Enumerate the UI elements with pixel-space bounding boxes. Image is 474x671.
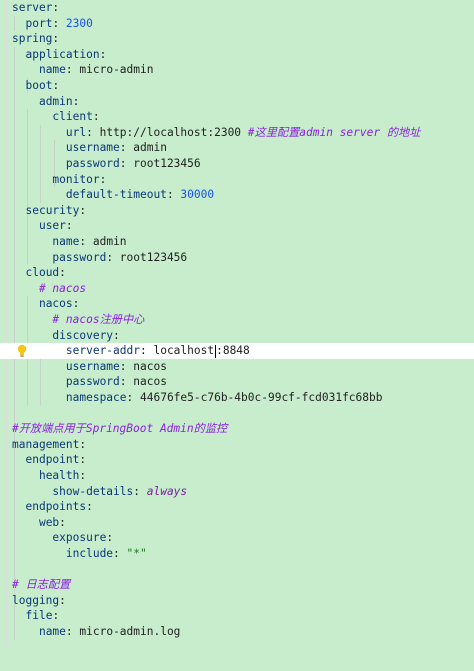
- code-line[interactable]: namespace: 44676fe5-c76b-4b0c-99cf-fcd03…: [0, 390, 474, 406]
- code-line[interactable]: nacos:: [0, 296, 474, 312]
- yaml-key: default-timeout: [65, 188, 167, 202]
- code-line[interactable]: user:: [0, 218, 474, 234]
- code-line[interactable]: logging:: [0, 593, 474, 609]
- code-line[interactable]: cloud:: [0, 265, 474, 281]
- yaml-value: nacos: [133, 375, 167, 389]
- yaml-key: boot: [25, 79, 53, 92]
- yaml-key: discovery: [52, 328, 114, 342]
- yaml-editor[interactable]: server: port: 2300 spring: application: …: [0, 0, 474, 648]
- code-line[interactable]: exposure:: [0, 530, 474, 546]
- yaml-key: server-addr: [65, 344, 140, 358]
- code-line-current[interactable]: server-addr: localhost:8848: [0, 343, 474, 359]
- yaml-key: username: [65, 141, 120, 155]
- code-line[interactable]: password: nacos: [0, 374, 474, 390]
- yaml-value: 30000: [180, 188, 215, 202]
- yaml-comment: #这里配置admin server 的地址: [247, 125, 421, 139]
- yaml-key: security: [25, 203, 80, 217]
- code-line[interactable]: default-timeout: 30000: [0, 187, 474, 203]
- code-line[interactable]: file:: [0, 608, 474, 624]
- yaml-key: management: [12, 437, 80, 451]
- code-line[interactable]: # nacos: [0, 281, 474, 297]
- yaml-key: url: [65, 125, 87, 139]
- yaml-key: application: [25, 47, 100, 61]
- code-line[interactable]: monitor:: [0, 172, 474, 188]
- code-line[interactable]: [0, 406, 474, 422]
- code-line[interactable]: port: 2300: [0, 16, 474, 32]
- yaml-value: localhost: [153, 344, 215, 358]
- code-line[interactable]: discovery:: [0, 328, 474, 344]
- yaml-key: user: [38, 219, 66, 233]
- code-line[interactable]: server:: [0, 0, 474, 16]
- yaml-key: endpoints: [25, 500, 87, 514]
- code-line[interactable]: # nacos注册中心: [0, 312, 474, 328]
- yaml-key: port: [25, 16, 53, 30]
- code-line[interactable]: boot:: [0, 78, 474, 94]
- yaml-key: show-details: [52, 484, 134, 498]
- yaml-key: password: [65, 375, 120, 389]
- yaml-key: name: [52, 235, 80, 248]
- yaml-key: admin: [38, 94, 73, 108]
- code-line[interactable]: include: "*": [0, 546, 474, 562]
- code-line[interactable]: password: root123456: [0, 156, 474, 172]
- code-line[interactable]: show-details: always: [0, 484, 474, 500]
- yaml-key: web: [38, 515, 60, 529]
- yaml-value: nacos: [133, 359, 167, 373]
- code-line[interactable]: name: admin: [0, 234, 474, 250]
- code-line[interactable]: name: micro-admin.log: [0, 624, 474, 640]
- yaml-value: http://localhost:2300: [99, 125, 242, 139]
- yaml-value: micro-admin.log: [79, 625, 181, 638]
- code-line[interactable]: management:: [0, 437, 474, 453]
- code-line[interactable]: password: root123456: [0, 250, 474, 266]
- yaml-key: name: [38, 625, 66, 638]
- code-line[interactable]: security:: [0, 203, 474, 219]
- yaml-key: monitor: [52, 172, 100, 186]
- code-line[interactable]: health:: [0, 468, 474, 484]
- lightbulb-icon[interactable]: [16, 344, 28, 358]
- yaml-key: exposure: [52, 531, 107, 545]
- yaml-value: micro-admin: [79, 63, 154, 77]
- code-line[interactable]: #开放端点用于SpringBoot Admin的监控: [0, 421, 474, 437]
- yaml-key: spring: [12, 32, 53, 46]
- code-line[interactable]: name: micro-admin: [0, 62, 474, 78]
- yaml-value: "*": [126, 547, 147, 560]
- code-line[interactable]: client:: [0, 109, 474, 125]
- yaml-value: :8848: [216, 344, 250, 358]
- yaml-value: always: [146, 484, 188, 498]
- yaml-key: name: [38, 63, 66, 77]
- yaml-key: include: [65, 547, 114, 560]
- yaml-key: password: [52, 250, 107, 264]
- yaml-key: client: [52, 110, 93, 124]
- code-line[interactable]: # 日志配置: [0, 577, 474, 593]
- code-line[interactable]: endpoints:: [0, 499, 474, 515]
- yaml-comment: # nacos: [38, 281, 87, 295]
- yaml-comment: # 日志配置: [12, 578, 71, 592]
- yaml-key: password: [65, 157, 120, 170]
- code-line[interactable]: web:: [0, 515, 474, 531]
- yaml-key: server: [12, 1, 53, 14]
- code-line[interactable]: application:: [0, 47, 474, 63]
- yaml-value: 2300: [65, 16, 93, 30]
- code-line[interactable]: username: nacos: [0, 359, 474, 375]
- yaml-key: logging: [12, 593, 60, 607]
- code-line[interactable]: spring:: [0, 31, 474, 47]
- yaml-key: health: [38, 469, 80, 482]
- yaml-value: root123456: [133, 157, 201, 170]
- code-line[interactable]: username: admin: [0, 140, 474, 156]
- code-line[interactable]: url: http://localhost:2300 #这里配置admin se…: [0, 125, 474, 141]
- yaml-value: admin: [133, 141, 167, 155]
- yaml-comment: #开放端点用于SpringBoot Admin的监控: [12, 422, 228, 436]
- yaml-key: username: [65, 359, 120, 373]
- yaml-key: cloud: [25, 266, 60, 280]
- yaml-key: file: [25, 609, 53, 623]
- code-line[interactable]: endpoint:: [0, 452, 474, 468]
- yaml-key: namespace: [65, 391, 127, 404]
- code-line[interactable]: admin:: [0, 94, 474, 110]
- yaml-value: 44676fe5-c76b-4b0c-99cf-fcd031fc68bb: [140, 391, 383, 404]
- yaml-value: root123456: [119, 250, 188, 264]
- yaml-comment: # nacos注册中心: [52, 313, 145, 326]
- yaml-key: nacos: [38, 297, 73, 311]
- code-line[interactable]: [0, 562, 474, 578]
- yaml-value: admin: [92, 235, 127, 248]
- yaml-key: endpoint: [25, 453, 80, 467]
